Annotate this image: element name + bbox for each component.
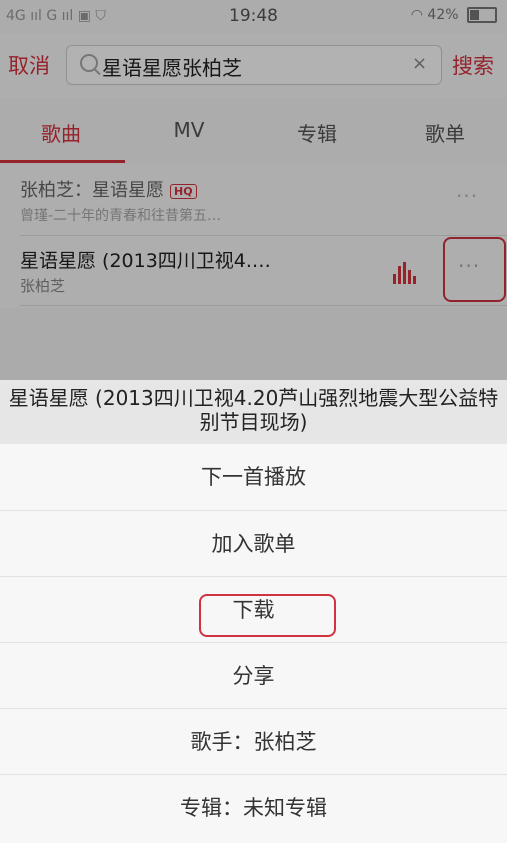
- menu-item-artist[interactable]: 歌手：张柏芝: [0, 708, 507, 774]
- dim-overlay[interactable]: [0, 0, 507, 380]
- sheet-title: 星语星愿 (2013四川卫视4.20芦山强烈地震大型公益特别节目现场): [0, 380, 507, 444]
- menu-item-add-to-playlist[interactable]: 加入歌单: [0, 510, 507, 576]
- menu-item-share[interactable]: 分享: [0, 642, 507, 708]
- menu-item-album[interactable]: 专辑：未知专辑: [0, 774, 507, 840]
- highlight-box: [199, 594, 336, 637]
- menu-item-play-next[interactable]: 下一首播放: [0, 444, 507, 510]
